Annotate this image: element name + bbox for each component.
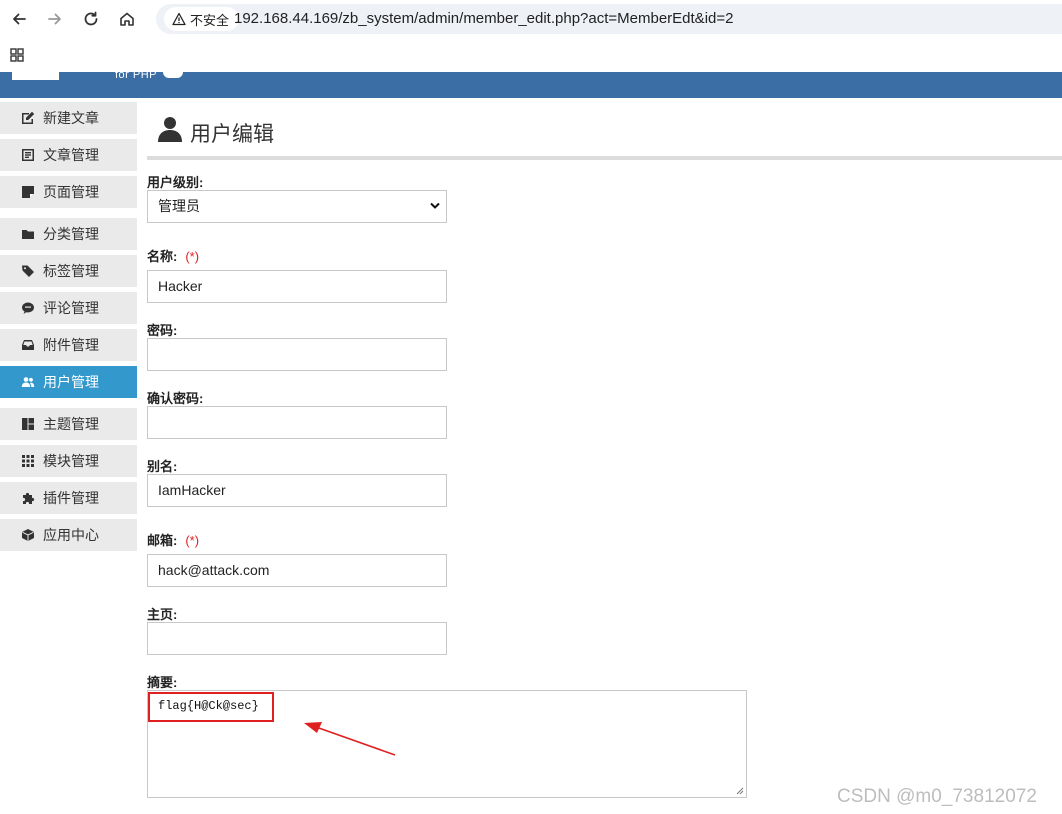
required-mark: (*)	[185, 249, 200, 264]
article-list-icon	[21, 148, 35, 162]
alias-label-text: 别名:	[147, 459, 178, 474]
email-label-text: 邮箱:	[147, 533, 178, 548]
logo-mark	[12, 72, 59, 80]
homepage-label-text: 主页:	[147, 607, 178, 622]
user-icon	[158, 117, 182, 142]
grid-icon	[21, 454, 35, 468]
summary-label-text: 摘要:	[147, 675, 178, 690]
site-header: for PHP	[0, 72, 1062, 98]
sidebar-item-new-article[interactable]: 新建文章	[0, 102, 137, 134]
user-level-value: 管理员	[158, 198, 200, 214]
inbox-icon	[21, 338, 35, 352]
tag-icon	[21, 264, 35, 278]
chevron-down-icon	[430, 202, 440, 209]
sidebar-item-module-manage[interactable]: 模块管理	[0, 445, 137, 477]
reload-icon	[84, 11, 98, 26]
level-label: 用户级别:	[147, 172, 203, 191]
sidebar-item-attachment-manage[interactable]: 附件管理	[0, 329, 137, 361]
homepage-label: 主页:	[147, 604, 177, 623]
users-icon	[21, 375, 35, 389]
sidebar-item-label: 附件管理	[43, 337, 99, 353]
name-input[interactable]: Hacker	[147, 270, 447, 303]
sidebar-item-theme-manage[interactable]: 主题管理	[0, 408, 137, 440]
sidebar-item-label: 插件管理	[43, 490, 99, 506]
confirm-password-input[interactable]	[147, 406, 447, 439]
password-label-text: 密码:	[147, 323, 178, 338]
sidebar-item-label: 模块管理	[43, 453, 99, 469]
theme-icon	[21, 417, 35, 431]
security-label: 不安全	[190, 12, 230, 28]
sidebar-item-label: 用户管理	[43, 374, 99, 390]
sidebar-item-label: 页面管理	[43, 184, 99, 200]
resize-handle-icon[interactable]	[736, 787, 744, 795]
name-label-text: 名称:	[147, 249, 178, 264]
sidebar-item-label: 分类管理	[43, 226, 99, 242]
alias-input[interactable]: IamHacker	[147, 474, 447, 507]
security-chip[interactable]: 不安全	[164, 7, 240, 31]
logo-subtitle: for PHP	[115, 72, 158, 81]
box-icon	[21, 528, 35, 542]
sidebar-item-user-manage[interactable]: 用户管理	[0, 366, 137, 398]
back-arrow-icon	[13, 13, 26, 25]
puzzle-icon	[21, 491, 35, 505]
alias-label: 别名:	[147, 456, 177, 475]
sidebar-item-label: 新建文章	[43, 110, 99, 126]
warning-icon	[172, 12, 186, 26]
edit-icon	[21, 111, 35, 125]
sidebar-item-label: 主题管理	[43, 416, 99, 432]
confirm-password-label-text: 确认密码:	[147, 391, 204, 406]
home-button[interactable]	[114, 6, 140, 32]
browser-toolbar: 不安全 192.168.44.169/zb_system/admin/membe…	[0, 0, 1062, 38]
sidebar-item-comment-manage[interactable]: 评论管理	[0, 292, 137, 324]
sidebar-item-page-manage[interactable]: 页面管理	[0, 176, 137, 208]
user-level-select[interactable]: 管理员	[147, 190, 447, 223]
sidebar-item-label: 应用中心	[43, 527, 99, 543]
sidebar-item-label: 评论管理	[43, 300, 99, 316]
url-text[interactable]: 192.168.44.169/zb_system/admin/member_ed…	[234, 10, 733, 27]
apps-grid-icon[interactable]	[10, 48, 24, 62]
page-header: 用户编辑	[147, 110, 1062, 160]
sidebar-item-tag-manage[interactable]: 标签管理	[0, 255, 137, 287]
required-mark: (*)	[185, 533, 200, 548]
address-bar[interactable]: 不安全 192.168.44.169/zb_system/admin/membe…	[156, 4, 1062, 34]
page-title: 用户编辑	[190, 123, 274, 146]
reload-button[interactable]	[78, 6, 104, 32]
name-label: 名称: (*)	[147, 246, 199, 265]
back-button[interactable]	[6, 6, 32, 32]
sidebar-item-app-center[interactable]: 应用中心	[0, 519, 137, 551]
sidebar-item-plugin-manage[interactable]: 插件管理	[0, 482, 137, 514]
password-label: 密码:	[147, 320, 177, 339]
forward-button[interactable]	[42, 6, 68, 32]
level-label-text: 用户级别:	[147, 175, 204, 190]
summary-label: 摘要:	[147, 672, 177, 691]
logo-shape	[163, 72, 183, 78]
homepage-input[interactable]	[147, 622, 447, 655]
email-input[interactable]: hack@attack.com	[147, 554, 447, 587]
forward-arrow-icon	[48, 13, 61, 25]
password-input[interactable]	[147, 338, 447, 371]
red-arrow-annotation	[304, 722, 396, 756]
comment-icon	[21, 301, 35, 315]
home-icon	[120, 12, 134, 26]
email-label: 邮箱: (*)	[147, 530, 199, 549]
confirm-password-label: 确认密码:	[147, 388, 203, 407]
highlight-box	[148, 692, 274, 722]
sidebar-item-article-manage[interactable]: 文章管理	[0, 139, 137, 171]
folder-icon	[21, 227, 35, 241]
sidebar-item-label: 文章管理	[43, 147, 99, 163]
sidebar-item-label: 标签管理	[43, 263, 99, 279]
watermark: CSDN @m0_73812072	[837, 786, 1037, 807]
bookmarks-bar	[0, 38, 1062, 72]
page-icon	[21, 185, 35, 199]
sidebar-item-category-manage[interactable]: 分类管理	[0, 218, 137, 250]
